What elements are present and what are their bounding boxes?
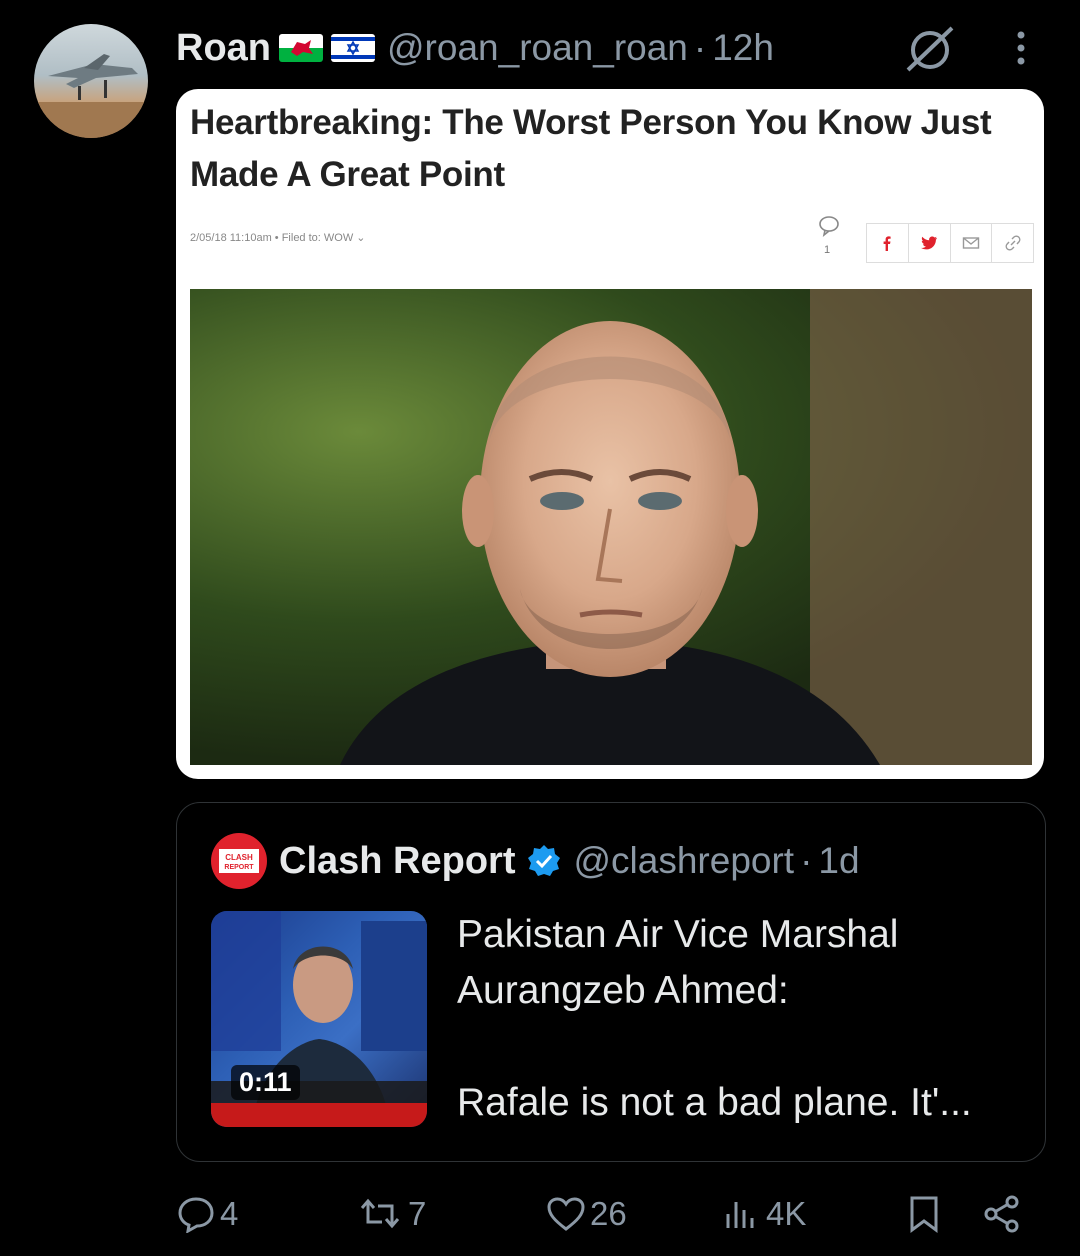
views-button[interactable]: 4K [722,1186,806,1242]
comment-icon [818,215,840,237]
more-options-icon[interactable] [1006,28,1036,68]
reply-count: 4 [220,1195,239,1232]
video-duration: 0:11 [231,1065,300,1100]
twitter-icon [909,224,951,262]
quoted-handle[interactable]: @clashreport [573,840,794,882]
post-header: Roan @roan_roan_roan · 12h [176,22,774,74]
post-time[interactable]: 12h [712,27,774,69]
video-thumbnail[interactable]: 0:11 [211,911,427,1127]
wales-flag-icon [279,34,323,62]
svg-text:CLASH: CLASH [225,853,253,862]
repost-button[interactable]: 7 [356,1186,426,1242]
article-photo [190,289,1032,765]
separator: · [800,840,813,881]
repost-count: 7 [408,1195,427,1232]
reply-button[interactable]: 4 [176,1186,238,1242]
verified-badge-icon [527,844,561,878]
reply-icon [178,1197,214,1233]
views-count: 4K [766,1195,807,1232]
svg-text:REPORT: REPORT [224,864,254,871]
facebook-icon [867,224,909,262]
quoted-text: Pakistan Air Vice Marshal Aurangzeb Ahme… [457,913,972,1124]
quoted-author-name[interactable]: Clash Report [279,840,515,883]
heart-icon [547,1197,585,1231]
avatar[interactable] [34,24,148,138]
bookmark-icon [910,1196,938,1233]
separator: · [693,27,707,68]
jet-image [34,54,148,138]
article-screenshot[interactable]: Heartbreaking: The Worst Person You Know… [176,89,1044,779]
article-title: Heartbreaking: The Worst Person You Know… [190,103,992,194]
author-handle[interactable]: @roan_roan_roan [387,27,688,69]
bookmark-button[interactable] [904,1186,944,1242]
grok-icon[interactable] [904,24,956,74]
link-icon [992,224,1033,262]
comment-count: 1 [824,244,831,256]
quoted-time[interactable]: 1d [818,840,859,882]
action-bar: 4 7 26 4K [176,1186,1056,1242]
israel-flag-icon [331,34,375,62]
repost-icon [360,1198,400,1229]
mail-icon [951,224,993,262]
like-count: 26 [590,1195,627,1232]
clash-report-avatar[interactable]: CLASH REPORT [211,833,267,889]
article-meta: 2/05/18 11:10am • Filed to: WOW ⌄ [190,232,366,244]
share-icon [984,1195,1019,1233]
like-button[interactable]: 26 [546,1186,627,1242]
views-icon [726,1202,754,1228]
quoted-post-header: CLASH REPORT Clash Report @clashreport ·… [211,833,860,889]
author-name[interactable]: Roan [176,27,271,70]
share-bar [866,223,1034,263]
quoted-post[interactable]: CLASH REPORT Clash Report @clashreport ·… [176,802,1046,1162]
share-button[interactable] [982,1186,1022,1242]
